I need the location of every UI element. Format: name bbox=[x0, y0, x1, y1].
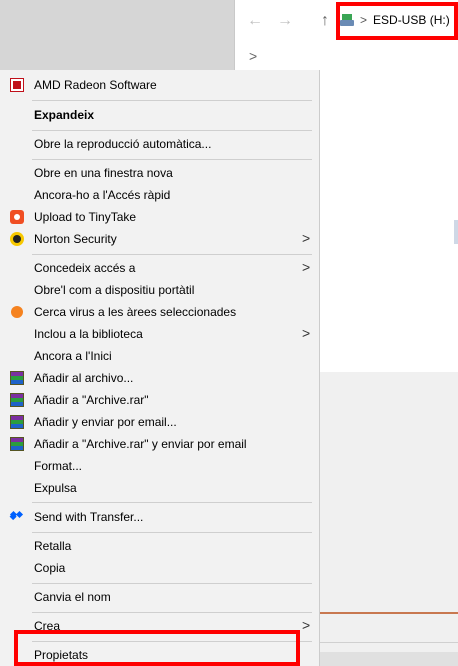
menu-item-label: Cerca virus a les àrees seleccionades bbox=[34, 305, 237, 319]
chevron-right-icon: > bbox=[302, 325, 311, 341]
menu-item-amd-radeon[interactable]: AMD Radeon Software bbox=[0, 74, 319, 96]
menu-item-open-portable[interactable]: Obre'l com a dispositiu portàtil bbox=[0, 279, 319, 301]
highlight-box-address bbox=[336, 2, 458, 40]
menu-item-label: Ancora a l'Inici bbox=[34, 349, 112, 363]
menu-item-add-archive[interactable]: Añadir al archivo... bbox=[0, 367, 319, 389]
scrollbar[interactable] bbox=[454, 220, 458, 244]
menu-separator bbox=[32, 502, 312, 503]
context-menu: AMD Radeon Software Expandeix Obre la re… bbox=[0, 70, 320, 666]
menu-item-scan-virus[interactable]: Cerca virus a les àrees seleccionades bbox=[0, 301, 319, 323]
menu-separator bbox=[32, 532, 312, 533]
menu-separator bbox=[32, 254, 312, 255]
menu-item-label: Ancora-ho a l'Accés ràpid bbox=[34, 188, 171, 202]
menu-item-grant-access[interactable]: Concedeix accés a > bbox=[0, 257, 319, 279]
menu-item-label: AMD Radeon Software bbox=[34, 78, 157, 92]
menu-separator bbox=[32, 130, 312, 131]
menu-item-label: Expandeix bbox=[34, 108, 95, 122]
chevron-right-icon[interactable]: > bbox=[249, 48, 257, 64]
menu-item-include-library[interactable]: Inclou a la biblioteca > bbox=[0, 323, 319, 345]
menu-item-send-transfer[interactable]: Send with Transfer... bbox=[0, 506, 319, 528]
menu-item-format[interactable]: Format... bbox=[0, 455, 319, 477]
chevron-right-icon: > bbox=[302, 230, 311, 246]
menu-item-label: Send with Transfer... bbox=[34, 510, 144, 524]
menu-item-add-email[interactable]: Añadir y enviar por email... bbox=[0, 411, 319, 433]
menu-item-label: Añadir a "Archive.rar" bbox=[34, 393, 149, 407]
back-arrow-icon[interactable]: ← bbox=[247, 12, 263, 30]
explorer-content-pane bbox=[320, 372, 458, 666]
menu-item-label: Norton Security bbox=[34, 232, 117, 246]
divider bbox=[320, 642, 458, 643]
menu-item-rename[interactable]: Canvia el nom bbox=[0, 586, 319, 608]
menu-item-eject[interactable]: Expulsa bbox=[0, 477, 319, 499]
menu-item-label: Concedeix accés a bbox=[34, 261, 136, 275]
highlight-box-properties bbox=[14, 630, 300, 666]
menu-separator bbox=[32, 100, 312, 101]
winrar-icon bbox=[10, 393, 24, 407]
menu-item-label: Obre la reproducció automàtica... bbox=[34, 137, 212, 151]
menu-item-label: Format... bbox=[34, 459, 83, 473]
desktop-area bbox=[0, 0, 234, 70]
menu-item-expand[interactable]: Expandeix bbox=[0, 104, 319, 126]
menu-item-label: Copia bbox=[34, 561, 66, 575]
menu-item-label: Añadir y enviar por email... bbox=[34, 415, 177, 429]
menu-item-label: Canvia el nom bbox=[34, 590, 111, 604]
menu-item-label: Expulsa bbox=[34, 481, 77, 495]
menu-item-autoplay[interactable]: Obre la reproducció automàtica... bbox=[0, 133, 319, 155]
menu-item-open-new-window[interactable]: Obre en una finestra nova bbox=[0, 162, 319, 184]
menu-item-label: Obre'l com a dispositiu portàtil bbox=[34, 283, 195, 297]
chevron-right-icon: > bbox=[302, 259, 311, 275]
menu-separator bbox=[32, 583, 312, 584]
menu-separator bbox=[32, 612, 312, 613]
menu-item-add-archive-rar[interactable]: Añadir a "Archive.rar" bbox=[0, 389, 319, 411]
menu-separator bbox=[32, 159, 312, 160]
menu-item-pin-quick-access[interactable]: Ancora-ho a l'Accés ràpid bbox=[0, 184, 319, 206]
up-arrow-icon[interactable]: ↑ bbox=[321, 12, 329, 30]
menu-item-norton[interactable]: Norton Security > bbox=[0, 228, 319, 250]
dropbox-icon bbox=[10, 510, 24, 524]
avast-icon bbox=[10, 305, 24, 319]
menu-item-cut[interactable]: Retalla bbox=[0, 535, 319, 557]
menu-item-label: Obre en una finestra nova bbox=[34, 166, 173, 180]
winrar-icon bbox=[10, 371, 24, 385]
amd-icon bbox=[10, 78, 24, 92]
menu-item-label: Añadir al archivo... bbox=[34, 371, 134, 385]
winrar-icon bbox=[10, 415, 24, 429]
menu-item-add-rar-email[interactable]: Añadir a "Archive.rar" y enviar por emai… bbox=[0, 433, 319, 455]
divider bbox=[320, 612, 458, 614]
menu-item-label: Inclou a la biblioteca bbox=[34, 327, 143, 341]
menu-item-label: Añadir a "Archive.rar" y enviar por emai… bbox=[34, 437, 247, 451]
menu-item-label: Upload to TinyTake bbox=[34, 210, 137, 224]
menu-item-pin-start[interactable]: Ancora a l'Inici bbox=[0, 345, 319, 367]
tinytake-icon bbox=[10, 210, 24, 224]
menu-item-upload-tinytake[interactable]: Upload to TinyTake bbox=[0, 206, 319, 228]
menu-item-copy[interactable]: Copia bbox=[0, 557, 319, 579]
norton-icon bbox=[10, 232, 24, 246]
winrar-icon bbox=[10, 437, 24, 451]
status-bar bbox=[320, 652, 458, 666]
forward-arrow-icon[interactable]: → bbox=[277, 12, 293, 30]
menu-item-label: Retalla bbox=[34, 539, 72, 553]
chevron-right-icon: > bbox=[302, 617, 311, 633]
